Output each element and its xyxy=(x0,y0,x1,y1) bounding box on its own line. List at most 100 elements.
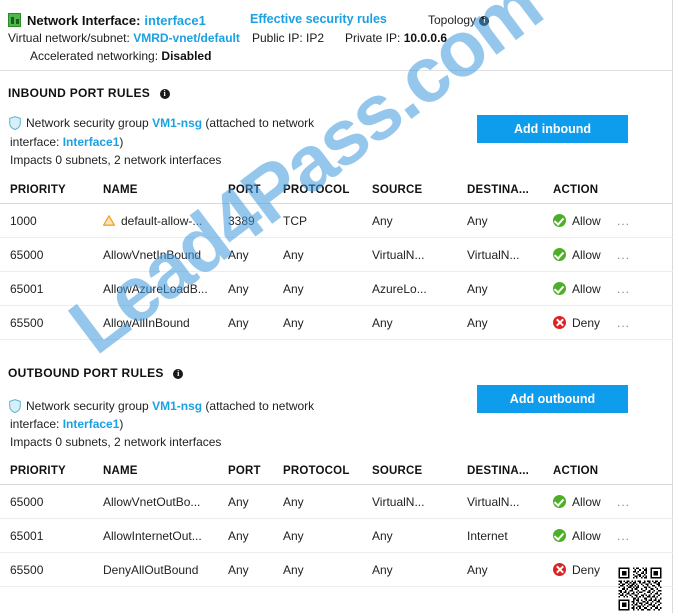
inbound-nsg-iface-link[interactable]: Interface1 xyxy=(63,135,120,149)
info-icon[interactable]: i xyxy=(479,16,490,26)
column-header-port[interactable]: PORT xyxy=(228,457,261,484)
topology-label[interactable]: Topology xyxy=(428,13,476,27)
row-overflow-menu[interactable]: ... xyxy=(617,204,630,237)
cell-destination: Internet xyxy=(467,519,508,552)
inbound-section-title-group: INBOUND PORT RULES i xyxy=(8,86,170,100)
private-ip-value: 10.0.0.6 xyxy=(403,31,448,45)
cell-priority: 65500 xyxy=(10,306,43,339)
inbound-nsg-prefix: Network security group xyxy=(26,116,149,130)
cell-text-protocol: TCP xyxy=(283,213,307,228)
add-outbound-button[interactable]: Add outbound xyxy=(477,385,628,413)
cell-text-destination: Any xyxy=(467,213,488,228)
cell-protocol: TCP xyxy=(283,204,307,237)
column-header-priority[interactable]: PRIORITY xyxy=(10,457,66,484)
cell-text-port: Any xyxy=(228,247,249,262)
outbound-nsg-line2: interface: Interface1) xyxy=(10,416,123,433)
deny-cross-icon xyxy=(553,316,566,329)
cell-port: 3389 xyxy=(228,204,255,237)
cell-destination: VirtualN... xyxy=(467,238,519,271)
outbound-nsg-name-link[interactable]: VM1-nsg xyxy=(152,399,202,413)
allow-check-icon xyxy=(553,495,566,508)
column-header-source[interactable]: SOURCE xyxy=(372,176,422,203)
outbound-nsg-iface-label: interface: xyxy=(10,417,60,431)
column-header-name[interactable]: NAME xyxy=(103,176,138,203)
table-header-row: PRIORITY NAME PORT PROTOCOL SOURCE DESTINA...… xyxy=(0,457,673,485)
table-row[interactable]: 65500 AllowAllInBound Any Any Any Any Deny... xyxy=(0,306,673,340)
table-row[interactable]: 65500 DenyAllOutBound Any Any Any Any Deny xyxy=(0,553,673,587)
network-interface-icon xyxy=(8,13,21,27)
row-overflow-menu[interactable]: ... xyxy=(617,519,630,552)
cell-text-source: Any xyxy=(372,315,393,330)
cell-port: Any xyxy=(228,519,249,552)
public-ip-value-link[interactable]: IP2 xyxy=(306,31,324,45)
column-header-name[interactable]: NAME xyxy=(103,457,138,484)
cell-text-protocol: Any xyxy=(283,315,304,330)
cell-name: DenyAllOutBound xyxy=(103,553,198,586)
cell-port: Any xyxy=(228,553,249,586)
cell-name: AllowVnetOutBo... xyxy=(103,485,200,518)
cell-text-action: Allow xyxy=(572,494,601,509)
inbound-impacts-text: Impacts 0 subnets, 2 network interfaces xyxy=(10,153,222,167)
outbound-nsg-mid: (attached to network xyxy=(205,399,315,413)
cell-source: Any xyxy=(372,519,393,552)
outbound-nsg-iface-link[interactable]: Interface1 xyxy=(63,417,120,431)
cell-text-priority: 1000 xyxy=(10,213,37,228)
cell-text-destination: VirtualN... xyxy=(467,494,520,509)
accelerated-networking-value: Disabled xyxy=(161,49,212,63)
inbound-section-title: INBOUND PORT RULES xyxy=(8,86,151,100)
column-header-destination[interactable]: DESTINA... xyxy=(467,457,529,484)
row-overflow-menu[interactable]: ... xyxy=(617,272,630,305)
cell-text-action: Deny xyxy=(572,562,601,577)
cell-text-source: VirtualN... xyxy=(372,494,425,509)
column-header-port[interactable]: PORT xyxy=(228,176,261,203)
cell-source: VirtualN... xyxy=(372,485,424,518)
row-overflow-menu[interactable]: ... xyxy=(617,485,630,518)
table-row[interactable]: 65000 AllowVnetInBound Any Any VirtualN... Vi… xyxy=(0,238,673,272)
nic-name-link[interactable]: interface1 xyxy=(144,13,205,28)
row-overflow-menu[interactable]: ... xyxy=(617,238,630,271)
cell-text-name: AllowVnetOutBo... xyxy=(103,494,201,509)
column-header-source[interactable]: SOURCE xyxy=(372,457,422,484)
column-header-protocol[interactable]: PROTOCOL xyxy=(283,176,350,203)
cell-text-source: Any xyxy=(372,528,393,543)
cell-text-source: AzureLo... xyxy=(372,281,427,296)
cell-text-name: DenyAllOutBound xyxy=(103,562,199,577)
add-inbound-button[interactable]: Add inbound xyxy=(477,115,628,143)
row-overflow-menu[interactable]: ... xyxy=(617,306,630,339)
cell-action: Allow xyxy=(553,519,601,552)
cell-source: Any xyxy=(372,306,393,339)
inbound-nsg-name-link[interactable]: VM1-nsg xyxy=(152,116,202,130)
column-header-destination[interactable]: DESTINA... xyxy=(467,176,529,203)
cell-text-port: 3389 xyxy=(228,213,255,228)
column-header-action[interactable]: ACTION xyxy=(553,176,598,203)
vnet-label: Virtual network/subnet: xyxy=(8,31,130,45)
vnet-value-link[interactable]: VMRD-vnet/default xyxy=(133,31,240,45)
column-header-priority[interactable]: PRIORITY xyxy=(10,176,66,203)
effective-security-rules-link[interactable]: Effective security rules xyxy=(250,12,387,26)
table-row[interactable]: 65001 AllowAzureLoadB... Any Any AzureLo... A… xyxy=(0,272,673,306)
cell-text-protocol: Any xyxy=(283,281,304,296)
cell-text-destination: Any xyxy=(467,281,488,296)
cell-text-name: default-allow-... xyxy=(121,213,203,228)
table-row[interactable]: 1000 default-allow-... 3389 TCP Any Any Allow.… xyxy=(0,204,673,238)
cell-text-priority: 65001 xyxy=(10,281,44,296)
cell-text-port: Any xyxy=(228,494,249,509)
table-row[interactable]: 65000 AllowVnetOutBo... Any Any VirtualN... V… xyxy=(0,485,673,519)
cell-protocol: Any xyxy=(283,519,304,552)
cell-name: AllowAllInBound xyxy=(103,306,190,339)
inbound-info-icon[interactable]: i xyxy=(159,89,170,99)
inbound-nsg-line2: interface: Interface1) xyxy=(10,134,123,151)
cell-text-action: Allow xyxy=(572,528,601,543)
outbound-info-icon[interactable]: i xyxy=(173,369,184,379)
cell-action: Allow xyxy=(553,272,601,305)
cell-protocol: Any xyxy=(283,553,304,586)
cell-port: Any xyxy=(228,272,249,305)
cell-destination: Any xyxy=(467,553,488,586)
cell-name: AllowInternetOut... xyxy=(103,519,202,552)
cell-priority: 65000 xyxy=(10,485,43,518)
column-header-action[interactable]: ACTION xyxy=(553,457,598,484)
column-header-protocol[interactable]: PROTOCOL xyxy=(283,457,350,484)
table-row[interactable]: 65001 AllowInternetOut... Any Any Any Interne… xyxy=(0,519,673,553)
cell-priority: 65500 xyxy=(10,553,43,586)
inbound-nsg-suffix: ) xyxy=(119,135,124,149)
